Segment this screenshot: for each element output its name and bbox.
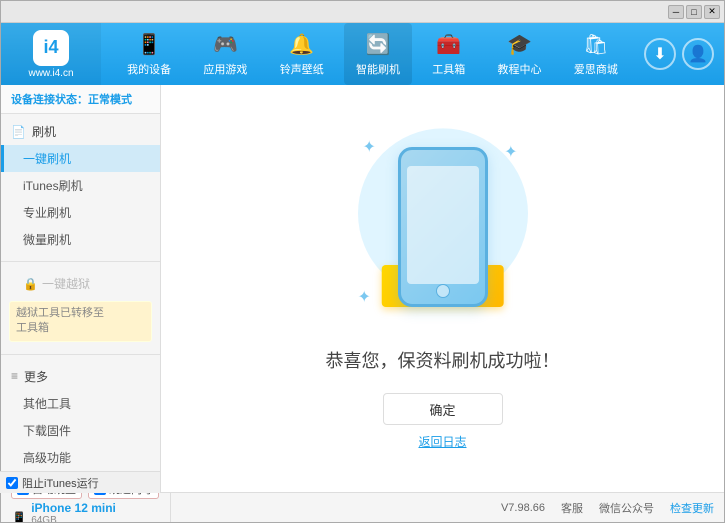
nav-item-fan-store[interactable]: 🛍 爱思商城 [562, 23, 630, 85]
bottom-bar: 自动跳至 跳过向导 📱 iPhone 12 mini 64GB Down-12m… [1, 492, 724, 522]
download-button[interactable]: ⬇ [644, 38, 676, 70]
flash-section-icon: 📄 [11, 125, 26, 139]
sparkle-tl: ✦ [363, 137, 376, 157]
divider-1 [1, 261, 160, 262]
nav-item-ringtones[interactable]: 🔔 铃声壁纸 [268, 23, 336, 85]
logo-icon: i4 [33, 30, 69, 66]
section-header-rescue: 🔒 一键越狱 [1, 270, 160, 297]
window-controls: ─ □ ✕ [668, 5, 720, 19]
nav-right-controls: ⬇ 👤 [644, 38, 724, 70]
sparkle-bl: ✦ [358, 287, 371, 307]
section-header-more[interactable]: ≡ 更多 [1, 363, 160, 390]
sidebar-item-other-tools[interactable]: 其他工具 [1, 390, 160, 417]
nav-item-smart-flash[interactable]: 🔄 智能刷机 [344, 23, 412, 85]
middle-area: 设备连接状态：正常模式 📄 刷机 一键刷机 iTunes刷机 专业刷机 微 [1, 85, 724, 492]
sidebar-item-download-firmware[interactable]: 下载固件 [1, 417, 160, 444]
status-label: 设备连接状态： [11, 94, 88, 106]
device-storage: 64GB [31, 515, 116, 523]
sidebar-item-micro-flash[interactable]: 微量刷机 [1, 226, 160, 253]
minimize-button[interactable]: ─ [668, 5, 684, 19]
nav-label-tutorials: 教程中心 [498, 61, 542, 77]
phone-small-icon: 📱 [11, 511, 27, 523]
tutorial-icon: 🎓 [507, 32, 532, 57]
logo-char: i4 [43, 37, 58, 58]
apps-icon: 🎮 [213, 32, 238, 57]
itunes-label: 阻止iTunes运行 [22, 475, 99, 491]
nav-item-apps-games[interactable]: 🎮 应用游戏 [191, 23, 259, 85]
device-name: iPhone 12 mini [31, 501, 116, 515]
rescue-note: 越狱工具已转移至工具箱 [9, 301, 152, 342]
nav-label-smart-flash: 智能刷机 [356, 61, 400, 77]
rescue-note-text: 越狱工具已转移至工具箱 [16, 307, 104, 334]
app-window: ─ □ ✕ i4 www.i4.cn 📱 我的设备 🎮 应用游戏 🔔 [0, 0, 725, 523]
phone-illustration: ✦ ✦ ✦ NEW [343, 127, 543, 327]
status-bar: 设备连接状态：正常模式 [1, 85, 160, 114]
nav-label-my-device: 我的设备 [127, 61, 171, 77]
success-text: 恭喜您，保资料刷机成功啦！ [326, 347, 560, 373]
sidebar-item-one-key-flash[interactable]: 一键刷机 [1, 145, 160, 172]
divider-2 [1, 354, 160, 355]
sidebar: 设备连接状态：正常模式 📄 刷机 一键刷机 iTunes刷机 专业刷机 微 [1, 85, 161, 492]
itunes-bar: 阻止iTunes运行 [0, 471, 160, 493]
sidebar-section-rescue: 🔒 一键越狱 越狱工具已转移至工具箱 [1, 266, 160, 350]
status-value: 正常模式 [88, 94, 132, 106]
customer-service-link[interactable]: 客服 [561, 500, 583, 516]
check-update-link[interactable]: 检查更新 [670, 500, 714, 516]
sidebar-section-more: ≡ 更多 其他工具 下载固件 高级功能 [1, 359, 160, 475]
header: i4 www.i4.cn 📱 我的设备 🎮 应用游戏 🔔 铃声壁纸 🔄 智能刷机 [1, 23, 724, 85]
user-button[interactable]: 👤 [682, 38, 714, 70]
wechat-public-link[interactable]: 微信公众号 [599, 500, 654, 516]
store-icon: 🛍 [583, 32, 608, 57]
lock-icon: 🔒 [23, 277, 38, 291]
nav-item-my-device[interactable]: 📱 我的设备 [115, 23, 183, 85]
device-icon: 📱 [137, 32, 162, 57]
nav-label-fan-store: 爱思商城 [574, 61, 618, 77]
sidebar-item-pro-flash[interactable]: 专业刷机 [1, 199, 160, 226]
section-header-flash[interactable]: 📄 刷机 [1, 118, 160, 145]
retry-link[interactable]: 返回日志 [418, 433, 466, 450]
nav-bar: 📱 我的设备 🎮 应用游戏 🔔 铃声壁纸 🔄 智能刷机 🧰 工具箱 🎓 [101, 23, 644, 85]
nav-label-toolbox: 工具箱 [432, 61, 465, 77]
close-button[interactable]: ✕ [704, 5, 720, 19]
sidebar-item-itunes-flash[interactable]: iTunes刷机 [1, 172, 160, 199]
section-label-flash: 刷机 [32, 123, 56, 140]
footer-right: V7.98.66 客服 微信公众号 检查更新 [501, 500, 714, 516]
nav-item-tutorials[interactable]: 🎓 教程中心 [486, 23, 554, 85]
sidebar-item-advanced[interactable]: 高级功能 [1, 444, 160, 471]
ringtone-icon: 🔔 [289, 32, 314, 57]
section-label-more: 更多 [24, 368, 48, 385]
smart-flash-icon: 🔄 [366, 32, 391, 57]
content-panel: ✦ ✦ ✦ NEW 恭喜您，保资料刷机成功啦！ 确定 返回日志 [161, 85, 724, 492]
version-text: V7.98.66 [501, 502, 545, 514]
nav-item-toolbox[interactable]: 🧰 工具箱 [420, 23, 477, 85]
sidebar-section-flash: 📄 刷机 一键刷机 iTunes刷机 专业刷机 微量刷机 [1, 114, 160, 257]
logo-area: i4 www.i4.cn [1, 23, 101, 85]
nav-label-ringtones: 铃声壁纸 [280, 61, 324, 77]
itunes-checkbox[interactable] [6, 477, 18, 489]
toolbox-icon: 🧰 [436, 32, 461, 57]
logo-text: www.i4.cn [28, 68, 73, 79]
more-section-icon: ≡ [11, 369, 18, 383]
title-bar: ─ □ ✕ [1, 1, 724, 23]
confirm-button[interactable]: 确定 [383, 393, 503, 425]
nav-label-apps-games: 应用游戏 [203, 61, 247, 77]
maximize-button[interactable]: □ [686, 5, 702, 19]
